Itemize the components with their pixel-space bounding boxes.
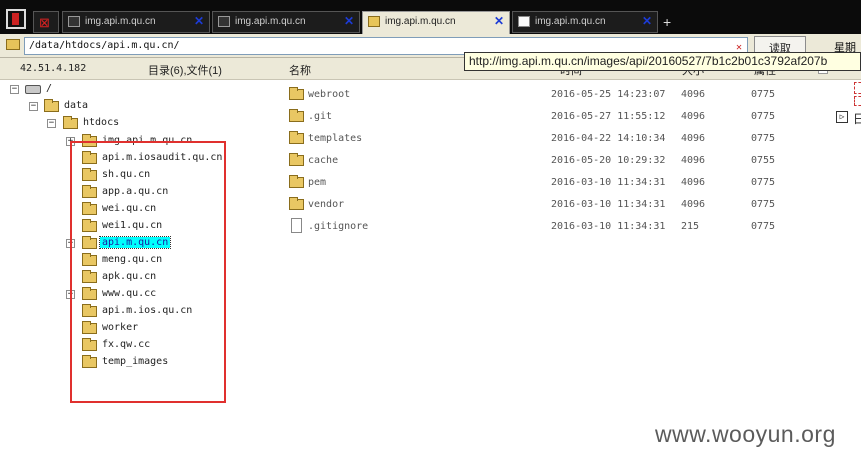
tab-label: img.api.m.qu.cn [385,16,456,27]
column-name-header[interactable]: 名称 [289,62,311,78]
folder-icon [289,109,304,122]
folder-icon [289,175,304,188]
folder-icon [368,16,380,27]
folder-icon [289,87,304,100]
tab-bar: ⊠ img.api.m.qu.cn ✕ img.api.m.qu.cn ✕ im… [0,0,861,35]
edge-marker [854,82,861,94]
play-icon[interactable]: ▷ [836,111,848,123]
file-name: vendor [308,199,345,210]
file-size: 4096 [681,199,706,210]
tree-label: htdocs [83,117,120,128]
url-tooltip: http://img.api.m.qu.cn/images/api/201605… [464,52,861,71]
file-attr: 0775 [751,133,776,144]
edge-label: 日 [853,112,861,126]
page-icon [518,16,530,27]
server-ip: 42.51.4.182 [20,63,87,74]
tab-label: img.api.m.qu.cn [535,16,606,27]
file-size: 4096 [681,111,706,122]
tree-label: / [46,83,53,94]
tab-2[interactable]: img.api.m.qu.cn ✕ [212,11,360,33]
file-name: .gitignore [308,221,369,232]
collapse-icon[interactable]: − [29,102,38,111]
edge-marker [854,96,861,106]
file-name: webroot [308,89,351,100]
error-icon: ⊠ [39,15,50,30]
terminal-icon [68,16,80,27]
file-row[interactable]: cache 2016-05-20 10:29:32 4096 0755 [286,150,806,172]
file-attr: 0775 [751,89,776,100]
file-time: 2016-03-10 11:34:31 [551,199,666,210]
terminal-icon [218,16,230,27]
file-time: 2016-03-10 11:34:31 [551,177,666,188]
file-row[interactable]: .gitignore 2016-03-10 11:34:31 215 0775 [286,216,806,238]
file-name: cache [308,155,339,166]
file-size: 4096 [681,133,706,144]
collapse-icon[interactable]: − [47,119,56,128]
highlight-box [70,141,226,403]
file-time: 2016-03-10 11:34:31 [551,221,666,232]
file-time: 2016-04-22 14:10:34 [551,133,666,144]
file-attr: 0755 [751,155,776,166]
watermark: www.wooyun.org [655,421,836,447]
close-icon[interactable]: ✕ [642,14,652,28]
file-size: 4096 [681,155,706,166]
file-name: .git [308,111,333,122]
file-attr: 0775 [751,221,776,232]
tab-label: img.api.m.qu.cn [85,16,156,27]
file-name: pem [308,177,327,188]
file-icon [291,218,302,233]
close-icon[interactable]: ✕ [194,14,204,28]
folder-icon [289,197,304,210]
file-attr: 0775 [751,111,776,122]
file-name: templates [308,133,363,144]
close-icon[interactable]: ✕ [344,14,354,28]
collapse-icon[interactable]: − [10,85,19,94]
file-time: 2016-05-27 11:55:12 [551,111,666,122]
file-size: 4096 [681,177,706,188]
folder-icon [44,99,59,112]
file-row[interactable]: templates 2016-04-22 14:10:34 4096 0775 [286,128,806,150]
file-attr: 0775 [751,177,776,188]
close-icon[interactable]: ✕ [494,14,504,28]
file-attr: 0775 [751,199,776,210]
file-size: 4096 [681,89,706,100]
tab-3-active[interactable]: img.api.m.qu.cn ✕ [362,11,510,35]
tree-label: data [64,100,89,111]
file-size: 215 [681,221,700,232]
directory-summary: 目录(6),文件(1) [148,65,222,77]
file-time: 2016-05-25 14:23:07 [551,89,666,100]
tab-1[interactable]: img.api.m.qu.cn ✕ [62,11,210,33]
file-row[interactable]: .git 2016-05-27 11:55:12 4096 0775 [286,106,806,128]
file-time: 2016-05-20 10:29:32 [551,155,666,166]
file-row[interactable]: webroot 2016-05-25 14:23:07 4096 0775 [286,84,806,106]
drive-icon [25,85,41,94]
folder-icon [63,116,78,129]
new-tab-button[interactable]: + [663,14,671,30]
folder-icon [6,39,20,50]
folder-icon [289,131,304,144]
tab-label: img.api.m.qu.cn [235,16,306,27]
file-row[interactable]: vendor 2016-03-10 11:34:31 4096 0775 [286,194,806,216]
tab-4[interactable]: img.api.m.qu.cn ✕ [512,11,658,33]
folder-icon [289,153,304,166]
file-row[interactable]: pem 2016-03-10 11:34:31 4096 0775 [286,172,806,194]
closed-tab[interactable]: ⊠ [33,11,59,33]
app-logo-icon[interactable] [6,9,26,29]
